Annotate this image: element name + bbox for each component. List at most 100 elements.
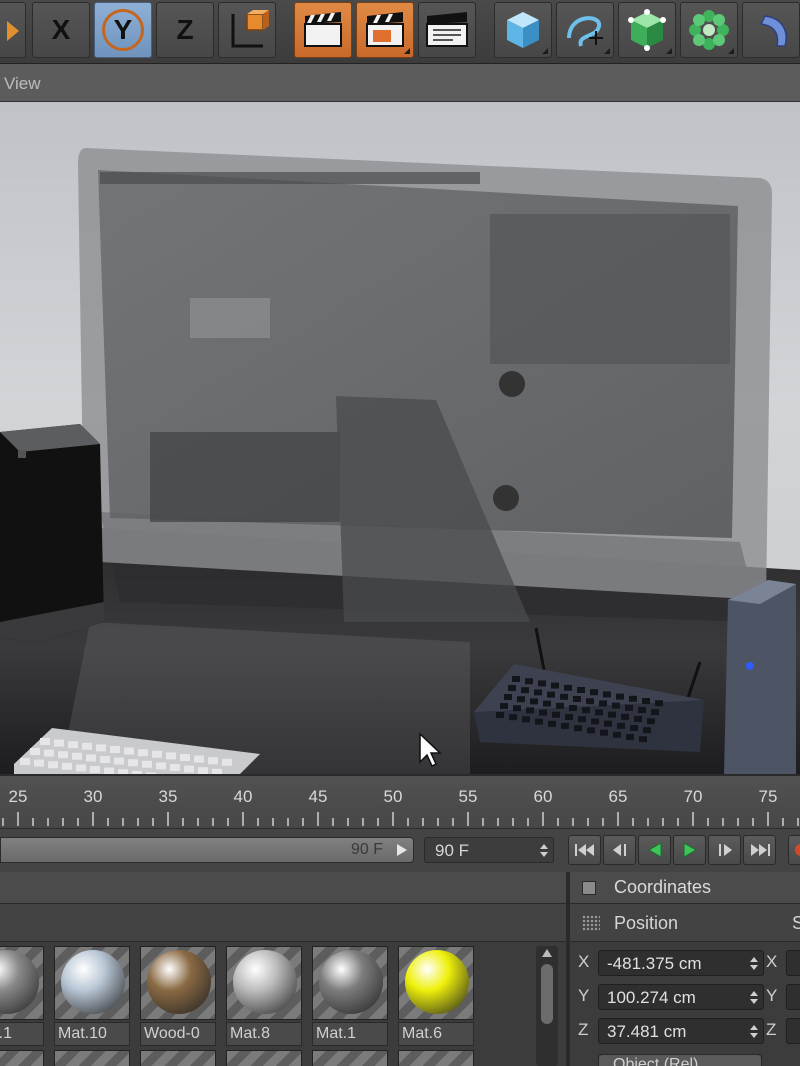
spin-up-icon[interactable] [750,1025,758,1030]
spin-down-icon[interactable] [540,852,548,857]
material-swatch[interactable] [140,1050,216,1066]
render-view-button[interactable] [294,2,352,58]
position-header: Position S [570,904,800,942]
material-swatch[interactable] [226,1050,302,1066]
next-key-button[interactable] [708,835,741,865]
axis-y-lock-button[interactable]: Y [94,2,152,58]
play-forwards-button[interactable] [673,835,706,865]
scene-render [0,148,800,774]
material-name[interactable]: Mat.1 [0,1022,44,1046]
position-y-field[interactable]: 100.274 cm [598,984,764,1010]
end-frame-field[interactable]: 90 F [424,837,554,863]
spin-down-icon[interactable] [750,965,758,970]
current-frame-label: 90 F [350,841,383,858]
size-z-field[interactable] [786,1018,800,1044]
ruler-tick-label: 75 [758,787,778,806]
spline-pen-icon [567,16,603,47]
size-x-field[interactable] [786,950,800,976]
material-scrollbar[interactable] [536,946,558,1066]
timeline-ruler[interactable]: 25 30 35 40 45 50 55 60 65 70 75 [0,774,800,828]
router-vent [500,703,508,709]
3d-viewport[interactable] [0,102,800,774]
dropdown-corner-icon [604,48,610,54]
position-x-field[interactable]: -481.375 cm [598,950,764,976]
keyboard-key [222,758,232,766]
coordinate-mode-dropdown[interactable]: Object (Rel) [598,1054,762,1066]
transport-bar: 90 F 90 F [0,828,800,872]
coordinates-title: Coordinates [614,877,712,897]
material-swatch[interactable] [140,946,216,1020]
render-picture-viewer-button[interactable] [356,2,414,58]
go-to-end-button[interactable] [743,835,776,865]
ruler-tick-label: 65 [608,787,628,806]
material-swatch[interactable] [226,946,302,1020]
keyboard-key [198,767,208,774]
spin-up-icon[interactable] [750,957,758,962]
record-button[interactable] [788,835,800,865]
keyboard-key [72,752,82,760]
size-y-field[interactable] [786,984,800,1010]
router-vent [603,691,611,698]
add-cube-button[interactable] [494,2,552,58]
dropdown-corner-icon [404,48,410,54]
material-swatch[interactable] [398,1050,474,1066]
render-settings-button[interactable] [418,2,476,58]
scroll-up-icon[interactable] [542,949,552,957]
add-array-button[interactable] [680,2,738,58]
material-swatch[interactable] [54,1050,130,1066]
ruler-tick-label: 70 [683,787,703,806]
material-swatch[interactable] [398,946,474,1020]
material-name[interactable]: Mat.10 [54,1022,130,1046]
axis-z-lock-button[interactable]: Z [156,2,214,58]
view-menu[interactable]: View [4,74,41,94]
spin-up-icon[interactable] [750,991,758,996]
prev-key-icon [612,844,626,856]
material-swatch[interactable] [312,1050,388,1066]
skip-start-icon [574,844,594,856]
router-vent [530,698,538,705]
material-swatch[interactable] [0,1050,44,1066]
material-name[interactable]: Mat.6 [398,1022,474,1046]
add-spline-button[interactable] [556,2,614,58]
panel-grip-icon[interactable] [582,881,596,895]
position-z-field[interactable]: 37.481 cm [598,1018,764,1044]
router-vent [504,694,512,700]
keyboard-key [170,764,180,771]
frame-range-slider[interactable]: 90 F [0,837,414,863]
coordinate-system-button[interactable] [218,2,276,58]
material-swatch[interactable] [54,946,130,1020]
material-menu-bar [0,872,566,904]
previous-key-button[interactable] [603,835,636,865]
slider-arrow-icon[interactable] [397,844,407,856]
router-vent [509,714,517,721]
material-name[interactable]: Mat.8 [226,1022,302,1046]
clapper-settings-icon [426,12,468,47]
play-backwards-button[interactable] [638,835,671,865]
router-vent [617,722,625,729]
ruler-tick-label: 60 [533,787,553,806]
router-vent [655,700,663,707]
material-swatch[interactable] [312,946,388,1020]
material-name[interactable]: Mat.1 [312,1022,388,1046]
move-tool-button[interactable] [0,2,26,58]
material-swatch[interactable] [0,946,44,1020]
keyboard-key [44,749,54,757]
position-z-value: 37.481 cm [607,1022,687,1041]
scrollbar-thumb[interactable] [541,964,553,1024]
add-generator-button[interactable] [618,2,676,58]
speaker-led [18,450,26,458]
ruler-tick-label: 45 [308,787,328,806]
router-vent [561,723,569,729]
keyboard-key [124,747,134,755]
keyboard-key [194,755,204,763]
router-vent [513,705,521,712]
spin-down-icon[interactable] [750,999,758,1004]
material-name[interactable]: Wood-0 [140,1022,216,1046]
spin-down-icon[interactable] [750,1033,758,1038]
keyboard-key [184,765,194,773]
dropdown-corner-icon [728,48,734,54]
go-to-start-button[interactable] [568,835,601,865]
spin-up-icon[interactable] [540,844,548,849]
axis-x-lock-button[interactable]: X [32,2,90,58]
add-deformer-button[interactable] [742,2,800,58]
